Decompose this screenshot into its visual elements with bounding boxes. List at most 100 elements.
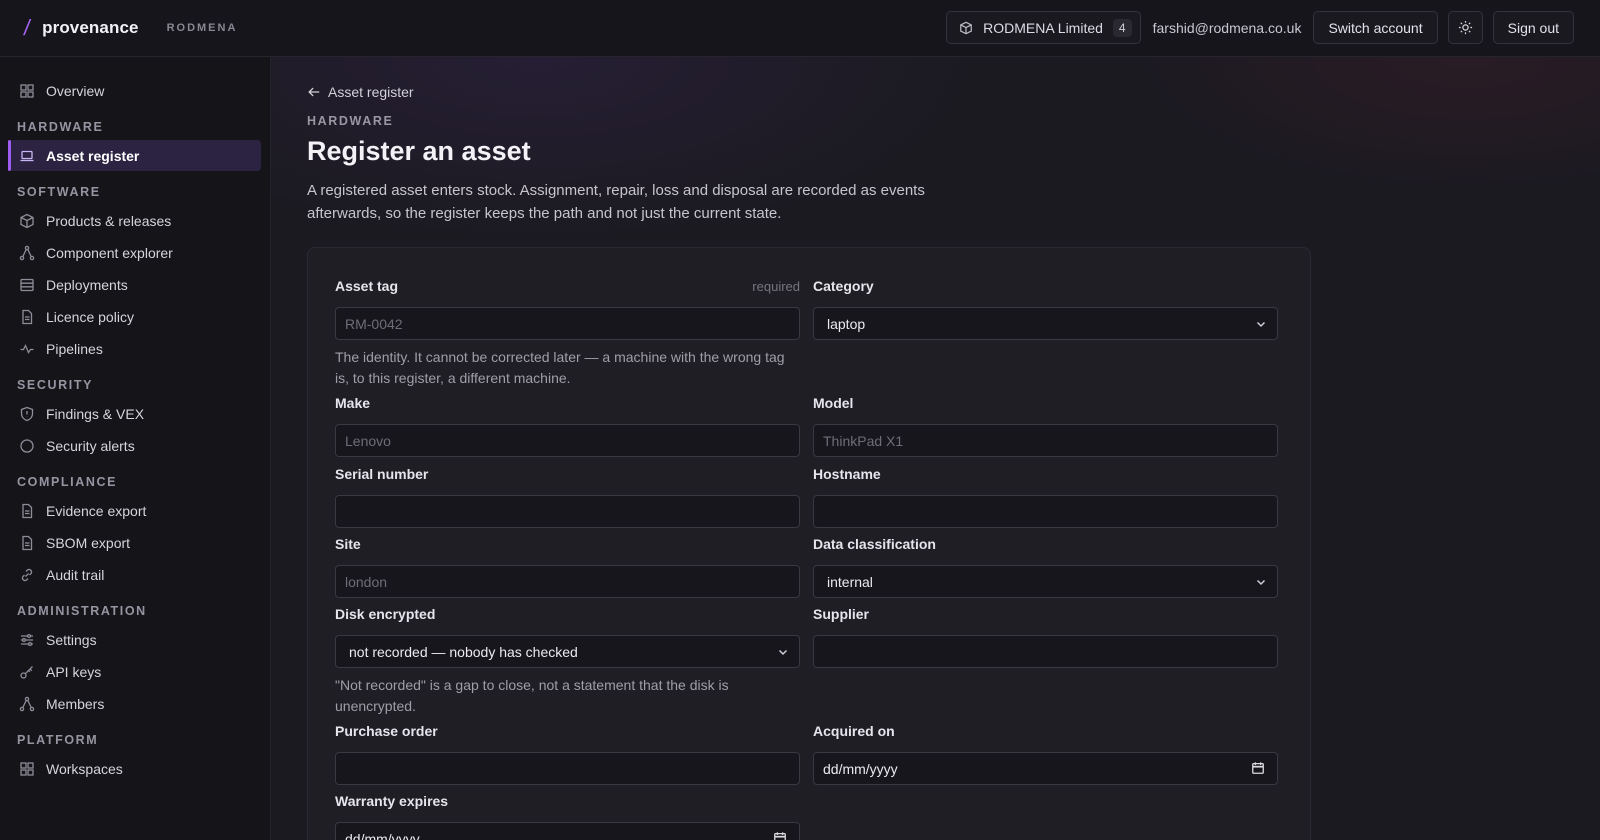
disk-encrypted-value: not recorded — nobody has checked <box>349 643 578 660</box>
calendar-icon[interactable] <box>1251 761 1265 778</box>
arrow-left-icon <box>307 85 321 99</box>
sidebar-item-label: Evidence export <box>46 502 147 519</box>
serial-number-field-group: Serial number <box>335 466 800 528</box>
sidebar-item-component-explorer[interactable]: Component explorer <box>9 237 261 268</box>
disk-encrypted-select[interactable]: not recorded — nobody has checked <box>335 635 800 668</box>
make-input[interactable]: Lenovo <box>335 424 800 457</box>
acquired-on-placeholder: dd/mm/yyyy <box>823 760 898 777</box>
sidebar-section-platform: PLATFORM <box>17 733 99 747</box>
back-link-label: Asset register <box>328 84 414 100</box>
category-field-group: Category laptop <box>813 278 1278 340</box>
make-placeholder: Lenovo <box>345 432 391 449</box>
disk-encrypted-label: Disk encrypted <box>335 606 436 622</box>
category-select[interactable]: laptop <box>813 307 1278 340</box>
warranty-expires-label: Warranty expires <box>335 793 449 809</box>
sidebar-item-label: Pipelines <box>46 340 103 357</box>
supplier-field-group: Supplier <box>813 606 1278 668</box>
category-value: laptop <box>827 315 866 332</box>
header-actions: RODMENA Limited 4 farshid@rodmena.co.uk … <box>946 11 1574 44</box>
asset-tag-input[interactable]: RM-0042 <box>335 307 800 340</box>
sidebar-item-label: Deployments <box>46 276 128 293</box>
site-label: Site <box>335 536 361 552</box>
purchase-order-input[interactable] <box>335 752 800 785</box>
network-icon <box>19 245 35 261</box>
serial-number-label: Serial number <box>335 466 429 482</box>
warranty-expires-placeholder: dd/mm/yyyy <box>345 830 420 840</box>
sidebar-item-settings[interactable]: Settings <box>9 624 261 655</box>
brand[interactable]: / provenance RODMENA <box>22 15 237 41</box>
site-placeholder: london <box>345 573 388 590</box>
model-label: Model <box>813 395 854 411</box>
sidebar-item-security-alerts[interactable]: Security alerts <box>9 430 261 461</box>
sidebar-item-label: SBOM export <box>46 534 131 551</box>
sidebar-item-label: Members <box>46 695 105 712</box>
sidebar-section-compliance: COMPLIANCE <box>17 475 118 489</box>
grid-icon <box>19 761 35 777</box>
sidebar: Overview HARDWARE Asset register SOFTWAR… <box>0 57 271 840</box>
sidebar-item-overview[interactable]: Overview <box>9 75 261 106</box>
sidebar-item-label: Asset register <box>46 147 140 164</box>
asset-tag-hint: The identity. It cannot be corrected lat… <box>335 349 785 386</box>
acquired-on-date-input[interactable]: dd/mm/yyyy <box>813 752 1278 785</box>
sidebar-section-hardware: HARDWARE <box>17 120 104 134</box>
sidebar-item-label: Audit trail <box>46 566 105 583</box>
sidebar-item-asset-register[interactable]: Asset register <box>8 140 261 171</box>
sidebar-item-sbom-export[interactable]: SBOM export <box>9 527 261 558</box>
data-classification-label: Data classification <box>813 536 936 552</box>
theme-toggle-button[interactable] <box>1447 11 1483 44</box>
organization-name: RODMENA Limited <box>983 19 1103 36</box>
page-description: A registered asset enters stock. Assignm… <box>307 182 925 222</box>
sidebar-section-software: SOFTWARE <box>17 185 101 199</box>
organization-switcher[interactable]: RODMENA Limited 4 <box>946 11 1141 44</box>
warranty-expires-date-input[interactable]: dd/mm/yyyy <box>335 822 800 840</box>
make-label: Make <box>335 395 371 411</box>
hostname-field-group: Hostname <box>813 466 1278 528</box>
site-field-group: Site london <box>335 536 800 598</box>
sidebar-item-workspaces[interactable]: Workspaces <box>9 753 261 784</box>
link-icon <box>19 567 35 583</box>
data-classification-value: internal <box>827 573 873 590</box>
chevron-down-icon <box>1255 575 1267 591</box>
brand-name: provenance <box>42 18 139 37</box>
page-title: Register an asset <box>307 136 531 166</box>
sidebar-item-audit-trail[interactable]: Audit trail <box>9 559 261 590</box>
sidebar-item-label: API keys <box>46 663 102 680</box>
sidebar-item-label: Component explorer <box>46 244 173 261</box>
sidebar-item-products-releases[interactable]: Products & releases <box>9 205 261 236</box>
serial-number-input[interactable] <box>335 495 800 528</box>
circle-icon <box>19 438 35 454</box>
key-icon <box>19 664 35 680</box>
site-input[interactable]: london <box>335 565 800 598</box>
sidebar-item-licence-policy[interactable]: Licence policy <box>9 301 261 332</box>
acquired-on-field-group: Acquired on dd/mm/yyyy <box>813 723 1278 785</box>
calendar-icon[interactable] <box>773 831 787 840</box>
required-indicator: required <box>752 279 800 294</box>
model-input[interactable]: ThinkPad X1 <box>813 424 1278 457</box>
hostname-input[interactable] <box>813 495 1278 528</box>
data-classification-select[interactable]: internal <box>813 565 1278 598</box>
switch-account-button[interactable]: Switch account <box>1313 11 1438 44</box>
sidebar-item-pipelines[interactable]: Pipelines <box>9 333 261 364</box>
sliders-icon <box>19 632 35 648</box>
organization-count-badge: 4 <box>1112 18 1132 37</box>
laptop-icon <box>19 148 35 164</box>
sidebar-item-evidence-export[interactable]: Evidence export <box>9 495 261 526</box>
sidebar-item-api-keys[interactable]: API keys <box>9 656 261 687</box>
page-eyebrow: HARDWARE <box>307 114 394 128</box>
sidebar-item-label: Security alerts <box>46 437 135 454</box>
sign-out-button[interactable]: Sign out <box>1492 11 1574 44</box>
sidebar-item-findings-vex[interactable]: Findings & VEX <box>9 398 261 429</box>
acquired-on-label: Acquired on <box>813 723 895 739</box>
purchase-order-label: Purchase order <box>335 723 438 739</box>
chevron-down-icon <box>1255 317 1267 333</box>
supplier-input[interactable] <box>813 635 1278 668</box>
warranty-expires-field-group: Warranty expires dd/mm/yyyy <box>335 793 800 840</box>
back-link[interactable]: Asset register <box>307 84 414 100</box>
activity-icon <box>19 341 35 357</box>
disk-encrypted-field-group: Disk encrypted not recorded — nobody has… <box>335 606 800 717</box>
asset-form: Asset tag required RM-0042 The identity.… <box>307 247 1311 840</box>
top-bar: / provenance RODMENA RODMENA Limited 4 f… <box>0 0 1600 57</box>
sidebar-item-members[interactable]: Members <box>9 688 261 719</box>
sidebar-item-deployments[interactable]: Deployments <box>9 269 261 300</box>
purchase-order-field-group: Purchase order <box>335 723 800 785</box>
